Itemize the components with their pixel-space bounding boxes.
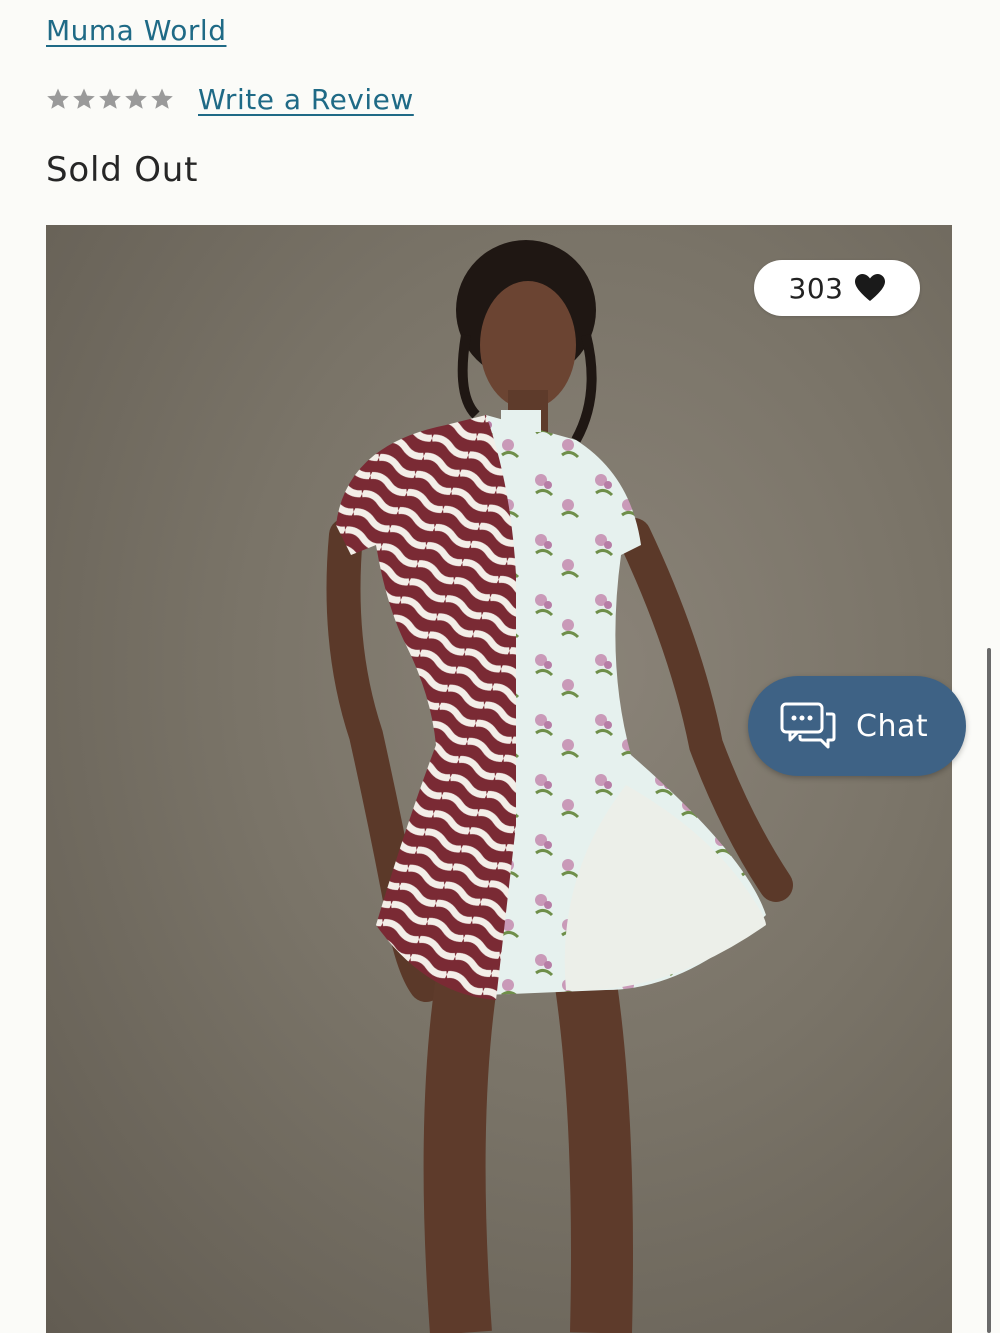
star-icon <box>125 88 147 109</box>
product-page: Muma World Write a Review Sold Out 303 C… <box>0 0 1000 1333</box>
star-icon <box>99 88 121 109</box>
chat-label: Chat <box>856 708 929 744</box>
scrollbar[interactable] <box>987 648 991 1333</box>
chat-button[interactable]: Chat <box>748 676 966 776</box>
product-image[interactable] <box>46 225 952 1333</box>
brand-link[interactable]: Muma World <box>46 14 226 47</box>
likes-count: 303 <box>788 271 844 305</box>
star-icon <box>73 88 95 109</box>
heart-icon <box>855 274 886 301</box>
star-icon <box>151 88 173 109</box>
star-icon <box>47 88 69 109</box>
model-photo-illustration <box>326 240 793 1333</box>
chat-bubbles-icon <box>780 702 836 749</box>
availability-status: Sold Out <box>46 150 199 190</box>
likes-button[interactable]: 303 <box>754 260 920 316</box>
star-rating <box>46 87 174 111</box>
rating-row: Write a Review <box>46 80 414 118</box>
write-review-link[interactable]: Write a Review <box>198 83 414 116</box>
